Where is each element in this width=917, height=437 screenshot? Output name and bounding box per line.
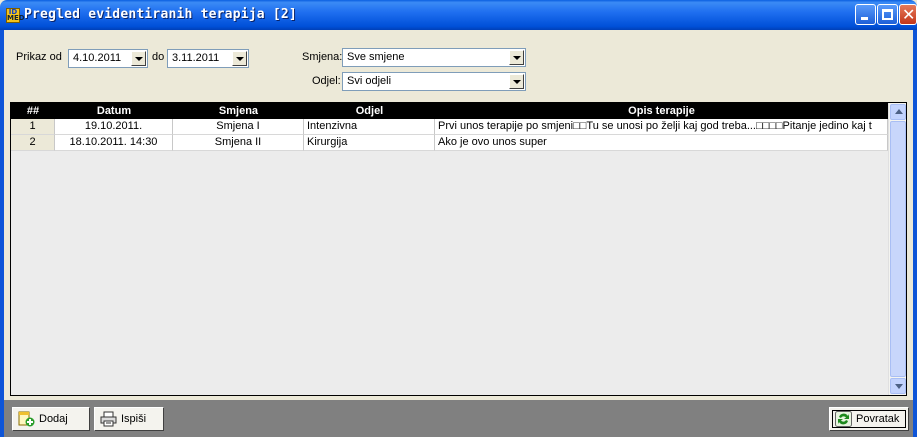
refresh-icon bbox=[835, 411, 852, 427]
row-number: 2 bbox=[11, 135, 55, 151]
window-border-right bbox=[913, 30, 917, 437]
shift-label: Smjena: bbox=[302, 51, 343, 63]
chevron-down-icon[interactable] bbox=[509, 50, 524, 65]
close-icon: ✕ bbox=[902, 5, 916, 24]
to-date-value: 3.11.2011 bbox=[172, 52, 220, 64]
add-document-icon bbox=[18, 411, 35, 427]
row-description: Ako je ovo unos super bbox=[435, 135, 888, 151]
arrow-down-icon bbox=[895, 384, 903, 389]
column-header-description[interactable]: Opis terapije bbox=[435, 103, 888, 119]
chevron-down-icon[interactable] bbox=[509, 74, 524, 89]
print-button-label: Ispiši bbox=[121, 413, 147, 425]
dept-value: Svi odjeli bbox=[347, 75, 392, 87]
back-button[interactable]: Povratak bbox=[829, 407, 909, 431]
app-icon: ID MED bbox=[6, 8, 25, 23]
table-row[interactable]: 2 18.10.2011. 14:30 Smjena II Kirurgija … bbox=[11, 135, 888, 151]
chevron-down-icon[interactable] bbox=[131, 51, 146, 66]
therapy-grid[interactable]: ## Datum Smjena Odjel Opis terapije 1 19… bbox=[10, 102, 907, 396]
add-button[interactable]: Dodaj bbox=[12, 407, 90, 431]
printer-icon bbox=[100, 411, 117, 427]
column-header-department[interactable]: Odjel bbox=[304, 103, 435, 119]
row-date: 18.10.2011. 14:30 bbox=[55, 135, 173, 151]
scroll-down-button[interactable] bbox=[890, 378, 906, 394]
grid-header: ## Datum Smjena Odjel Opis terapije bbox=[11, 103, 888, 119]
to-label: do bbox=[152, 51, 165, 63]
table-row[interactable]: 1 19.10.2011. Smjena I Intenzivna Prvi u… bbox=[11, 119, 888, 135]
window-title: Pregled evidentiranih terapija [2] bbox=[24, 7, 297, 22]
column-header-number[interactable]: ## bbox=[11, 103, 55, 119]
minimize-button[interactable] bbox=[855, 4, 876, 25]
dept-select[interactable]: Svi odjeli bbox=[342, 72, 526, 91]
to-date-picker[interactable]: 3.11.2011 bbox=[167, 49, 249, 68]
shift-select[interactable]: Sve smjene bbox=[342, 48, 526, 67]
column-header-date[interactable]: Datum bbox=[55, 103, 173, 119]
from-date-value: 4.10.2011 bbox=[73, 52, 122, 64]
window-border-left bbox=[0, 30, 4, 437]
bottom-toolbar: Dodaj Ispiši Povratak bbox=[4, 400, 913, 437]
from-label: Prikaz od bbox=[16, 51, 62, 63]
row-date: 19.10.2011. bbox=[55, 119, 173, 135]
maximize-icon bbox=[882, 9, 893, 20]
vertical-scrollbar[interactable] bbox=[888, 103, 906, 395]
column-header-shift[interactable]: Smjena bbox=[173, 103, 304, 119]
row-description: Prvi unos terapije po smjeni□□Tu se unos… bbox=[435, 119, 888, 135]
row-department: Intenzivna bbox=[304, 119, 435, 135]
title-bar: ID MED Pregled evidentiranih terapija [2]… bbox=[0, 0, 917, 30]
scroll-thumb[interactable] bbox=[890, 121, 906, 377]
row-number: 1 bbox=[11, 119, 55, 135]
arrow-up-icon bbox=[895, 109, 903, 114]
dept-label: Odjel: bbox=[312, 75, 341, 87]
print-button[interactable]: Ispiši bbox=[94, 407, 164, 431]
row-department: Kirurgija bbox=[304, 135, 435, 151]
minimize-icon bbox=[861, 17, 868, 20]
chevron-down-icon[interactable] bbox=[232, 51, 247, 66]
maximize-button[interactable] bbox=[877, 4, 898, 25]
shift-value: Sve smjene bbox=[347, 51, 405, 63]
add-button-label: Dodaj bbox=[39, 413, 68, 425]
row-shift: Smjena I bbox=[173, 119, 304, 135]
back-button-label: Povratak bbox=[856, 413, 900, 425]
from-date-picker[interactable]: 4.10.2011 bbox=[68, 49, 148, 68]
close-button[interactable]: ✕ bbox=[899, 4, 917, 25]
row-shift: Smjena II bbox=[173, 135, 304, 151]
scroll-up-button[interactable] bbox=[890, 104, 906, 120]
